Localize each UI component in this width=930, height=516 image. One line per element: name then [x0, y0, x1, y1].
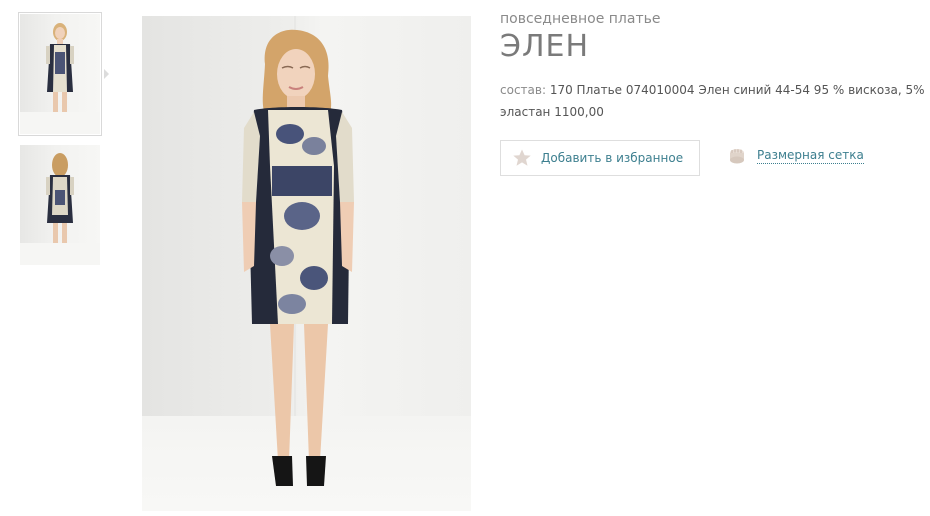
main-product-photo[interactable]: [142, 16, 471, 511]
composition-value: 170 Платье 074010004 Элен синий 44-54 95…: [500, 83, 925, 119]
thumbnail-back[interactable]: [20, 145, 100, 265]
measuring-tape-icon: [730, 149, 744, 164]
star-icon: [513, 149, 531, 166]
product-category: повседневное платье: [500, 11, 661, 27]
composition-label: состав:: [500, 83, 546, 97]
thumbnail-front[interactable]: [18, 12, 102, 136]
product-actions: Добавить в избранное Размерная сетка: [500, 140, 930, 176]
model-figure-main: [242, 29, 354, 486]
add-to-favorites-button[interactable]: Добавить в избранное: [500, 140, 700, 176]
thumbnail-floor: [20, 112, 100, 134]
active-thumb-arrow-icon: [104, 69, 109, 79]
product-title: ЭЛЕН: [500, 29, 590, 64]
size-chart-link[interactable]: Размерная сетка: [728, 148, 864, 164]
size-chart-label: Размерная сетка: [757, 148, 864, 164]
product-info: повседневное платье ЭЛЕН состав: 170 Пла…: [500, 10, 925, 176]
product-composition: состав: 170 Платье 074010004 Элен синий …: [500, 79, 925, 123]
thumbnail-floor: [20, 243, 100, 265]
add-to-favorites-label: Добавить в избранное: [541, 151, 684, 165]
